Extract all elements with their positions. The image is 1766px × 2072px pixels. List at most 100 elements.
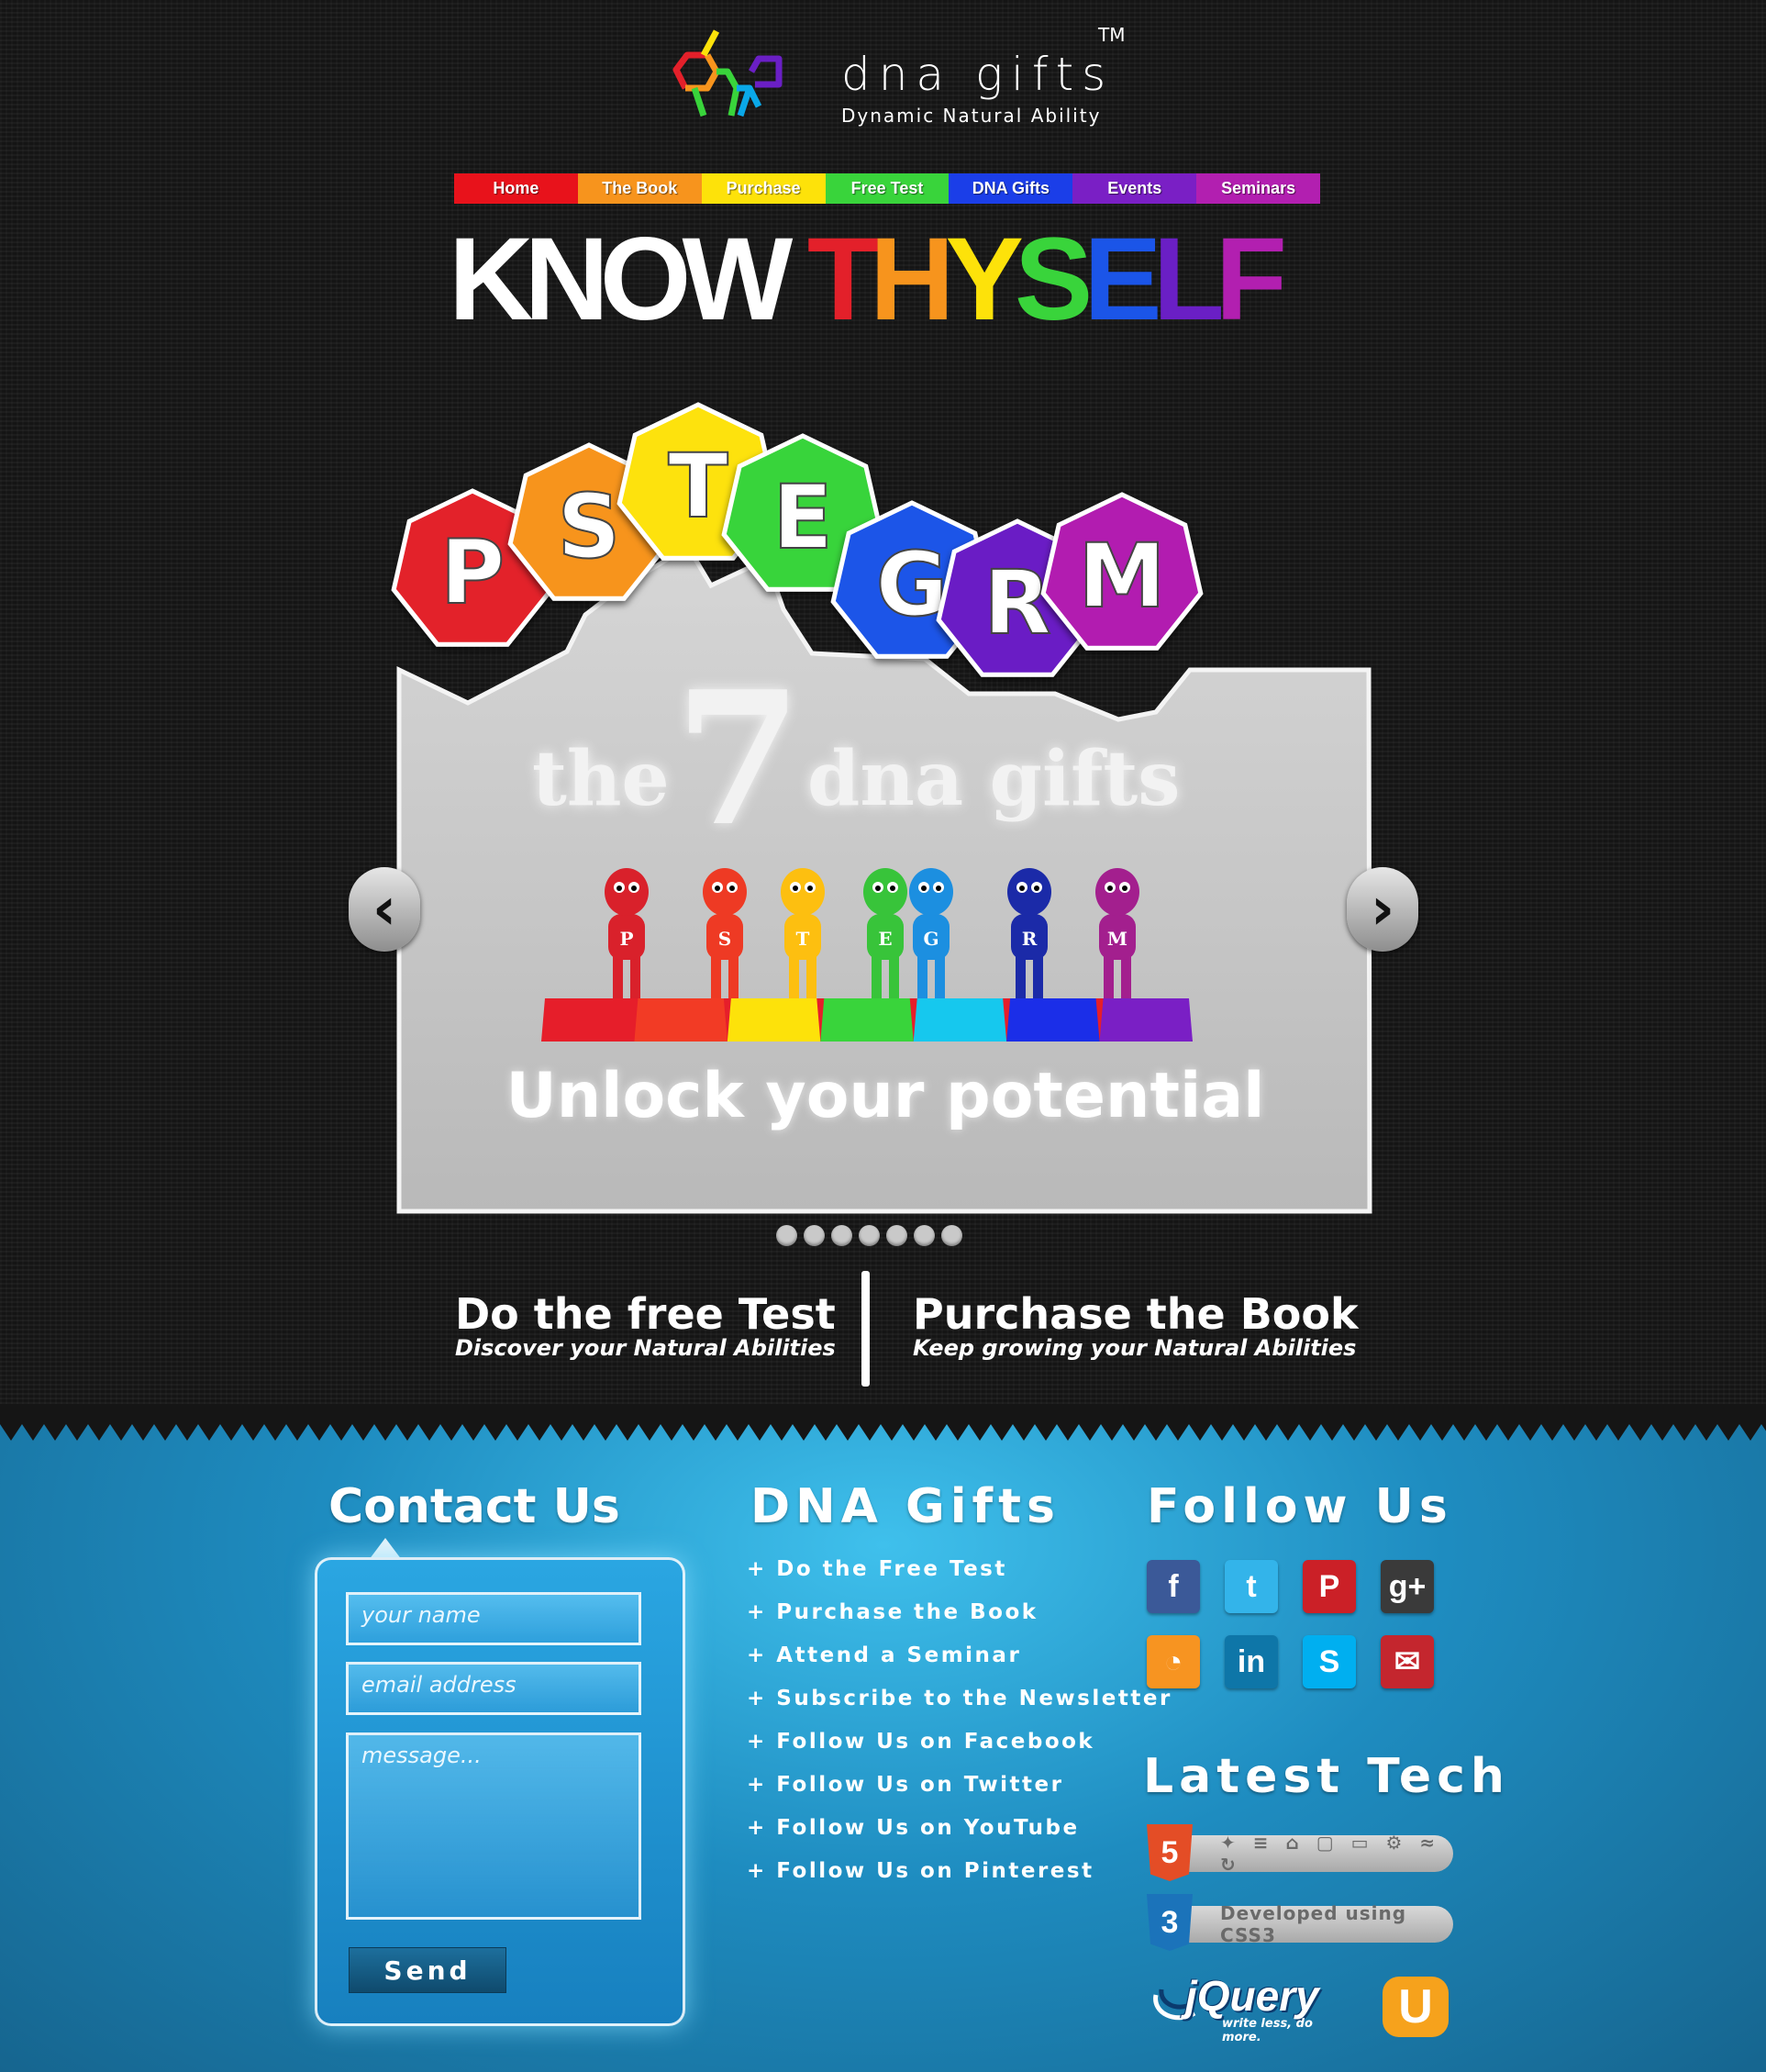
footer-link[interactable]: + Follow Us on Facebook <box>747 1730 1172 1773</box>
slider-prev-button[interactable]: ‹ <box>349 867 420 952</box>
headline-know: KNOW <box>449 214 793 345</box>
character-leg <box>789 954 799 998</box>
send-button[interactable]: Send <box>349 1947 506 1993</box>
character-leg <box>613 954 623 998</box>
footer-link[interactable]: + Follow Us on Pinterest <box>747 1859 1172 1902</box>
chevron-right-icon: › <box>1370 875 1395 943</box>
jquery-name: jQuery <box>1185 1972 1319 2020</box>
character-leg <box>806 954 816 998</box>
character-head <box>1007 868 1051 916</box>
slider-dot[interactable] <box>859 1225 880 1246</box>
message-field[interactable]: message... <box>346 1732 641 1920</box>
html5-feature-icons: ✦ ≡ ⌂ ▢ ▭ ⚙ ≈ ↻ <box>1220 1832 1441 1876</box>
headline-thyself-letter: L <box>1152 214 1225 345</box>
character-leg <box>711 954 721 998</box>
dna-gifts-links: + Do the Free Test + Purchase the Book + A… <box>747 1557 1172 1902</box>
contact-heading: Contact Us <box>328 1479 620 1534</box>
pinterest-icon[interactable]: P <box>1303 1560 1356 1613</box>
skype-icon[interactable]: S <box>1303 1635 1356 1688</box>
floor-stripe <box>634 998 728 1042</box>
character-leg <box>1033 954 1043 998</box>
floor-stripe <box>820 998 914 1042</box>
heptagon-letter: E <box>772 466 833 569</box>
footer-link[interactable]: + Subscribe to the Newsletter <box>747 1687 1172 1730</box>
heptagon-letter: P <box>440 521 505 624</box>
headline-thyself-letter: H <box>870 214 954 345</box>
nav-item-seminars[interactable]: Seminars <box>1196 173 1321 204</box>
chevron-left-icon: ‹ <box>372 875 397 943</box>
footer-link[interactable]: + Follow Us on YouTube <box>747 1816 1172 1859</box>
css3-icon: 3 <box>1147 1894 1193 1951</box>
nav-item-events[interactable]: Events <box>1072 173 1197 204</box>
free-test-subtitle: Discover your Natural Abilities <box>455 1335 836 1361</box>
floor-stripes <box>541 998 1193 1042</box>
name-field[interactable]: your name <box>346 1592 641 1645</box>
footer-link[interactable]: + Do the Free Test <box>747 1557 1172 1600</box>
slide-title: the 7 dna gifts <box>532 633 1180 867</box>
nav-item-purchase[interactable]: Purchase <box>701 173 826 204</box>
email-field[interactable]: email address <box>346 1662 641 1715</box>
purchase-book-subtitle: Keep growing your Natural Abilities <box>913 1335 1357 1361</box>
heptagon-letter: T <box>668 435 728 538</box>
css3-bar: Developed using CSS3 <box>1165 1902 1453 1946</box>
footer-link[interactable]: + Follow Us on Twitter <box>747 1773 1172 1816</box>
character-letter: M <box>1107 928 1127 950</box>
headline-thyself-letter: E <box>1083 214 1161 345</box>
slide-title-seven: 7 <box>674 652 803 867</box>
rss-icon[interactable]: ◔ <box>1147 1635 1200 1688</box>
free-test-cta[interactable]: Do the free Test Discover your Natural A… <box>455 1289 836 1361</box>
social-icons: f t Pg+ ◔ in S ✉ <box>1147 1560 1436 1688</box>
character-leg <box>1121 954 1131 998</box>
character-leg <box>1104 954 1114 998</box>
floor-stripe <box>1099 998 1193 1042</box>
html5-badge: 5 <box>1161 1834 1179 1870</box>
character-head <box>863 868 907 916</box>
slider-dot[interactable] <box>831 1225 852 1246</box>
cta-divider <box>861 1271 870 1387</box>
nav-item-free-test[interactable]: Free Test <box>825 173 950 204</box>
html5-icon: 5 <box>1147 1824 1193 1881</box>
character-letter: E <box>878 928 892 950</box>
jquery-logo: jQuery write less, do more. <box>1149 1971 1350 2044</box>
ubuntu-badge-icon: U <box>1383 1977 1449 2037</box>
jquery-tagline: write less, do more. <box>1222 2017 1313 2044</box>
character-leg <box>889 954 899 998</box>
nav-item-dna-gifts[interactable]: DNA Gifts <box>949 173 1073 204</box>
slider-dot[interactable] <box>914 1225 935 1246</box>
dna-gifts-heading: DNA Gifts <box>750 1479 1061 1534</box>
heptagon-letter: M <box>1078 525 1166 628</box>
slider-dot[interactable] <box>941 1225 962 1246</box>
footer-link[interactable]: + Purchase the Book <box>747 1600 1172 1643</box>
slider-dot[interactable] <box>804 1225 825 1246</box>
site-logo[interactable]: dna gifts Dynamic Natural Ability TM <box>667 24 1126 138</box>
character-leg <box>1016 954 1026 998</box>
floor-stripe <box>541 998 635 1042</box>
linkedin-icon[interactable]: in <box>1225 1635 1278 1688</box>
gift-heptagon-m: M <box>1040 492 1204 651</box>
facebook-icon[interactable]: f <box>1147 1560 1200 1613</box>
floor-stripe <box>1006 998 1100 1042</box>
nav-item-home[interactable]: Home <box>454 173 578 204</box>
purchase-book-cta[interactable]: Purchase the Book Keep growing your Natu… <box>913 1292 1359 1360</box>
slider-next-button[interactable]: › <box>1347 867 1418 952</box>
headline-thyself-letter: Y <box>945 214 1023 345</box>
character-head <box>1095 868 1139 916</box>
headline-thyself: THYSELF <box>807 214 1287 345</box>
free-test-title: Do the free Test <box>455 1289 836 1339</box>
character-letter: T <box>796 928 810 950</box>
character-leg <box>872 954 882 998</box>
main-nav: Home The Book Purchase Free Test DNA Gifts Ev… <box>454 173 1321 204</box>
twitter-icon[interactable]: t <box>1225 1560 1278 1613</box>
slider-dot[interactable] <box>776 1225 797 1246</box>
googleplus-icon[interactable]: g+ <box>1381 1560 1434 1613</box>
zigzag-divider <box>0 1404 1766 1443</box>
character-head <box>605 868 649 916</box>
slider-dot[interactable] <box>886 1225 907 1246</box>
headline-thyself-letter: F <box>1215 214 1287 345</box>
email-icon[interactable]: ✉ <box>1381 1635 1434 1688</box>
nav-item-the-book[interactable]: The Book <box>577 173 702 204</box>
footer-link[interactable]: + Attend a Seminar <box>747 1643 1172 1687</box>
floor-stripe <box>913 998 1007 1042</box>
logo-tagline: Dynamic Natural Ability <box>841 105 1102 127</box>
logo-name: dna gifts <box>841 48 1115 101</box>
